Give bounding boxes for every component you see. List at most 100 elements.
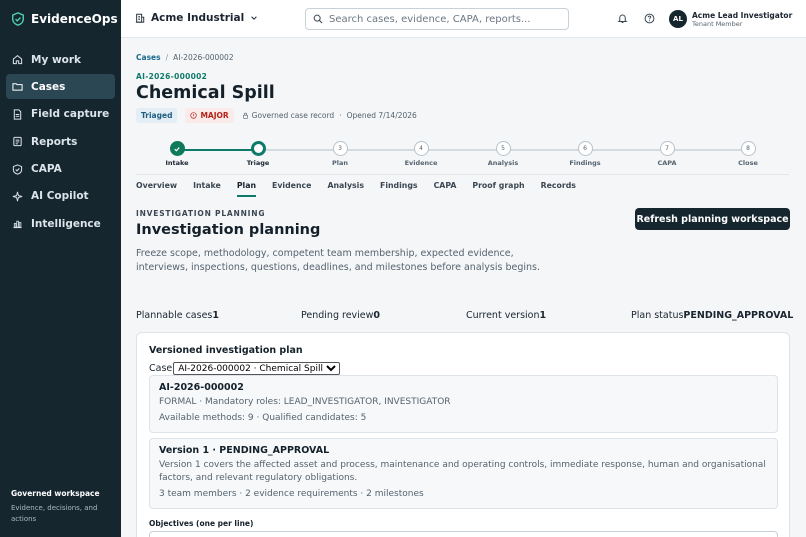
step-capa[interactable]: 7 CAPA	[637, 141, 697, 167]
help-icon[interactable]	[644, 13, 655, 24]
tab-overview[interactable]: Overview	[136, 177, 177, 197]
brand-name: EvidenceOps	[31, 12, 118, 26]
stat-value: 1	[539, 310, 547, 321]
step-marker: 8	[740, 141, 756, 156]
case-select-label: Case	[149, 363, 173, 374]
tab-analysis[interactable]: Analysis	[327, 177, 364, 197]
record-type: Governed case record	[242, 111, 335, 120]
building-icon	[135, 13, 145, 23]
avatar[interactable]: AL	[669, 10, 687, 28]
case-select[interactable]: AI-2026-000002 · Chemical Spill	[173, 362, 341, 375]
file-icon	[13, 109, 22, 120]
tab-proof-graph[interactable]: Proof graph	[472, 177, 524, 197]
step-label: Close	[738, 159, 758, 167]
case-summary-line: Available methods: 9 · Qualified candida…	[159, 413, 367, 423]
org-switcher[interactable]: Acme Industrial	[135, 12, 258, 24]
card-title: Versioned investigation plan	[149, 345, 303, 356]
search-icon	[313, 14, 323, 24]
user-name: Acme Lead Investigator	[692, 11, 793, 20]
bell-icon[interactable]	[617, 13, 628, 24]
refresh-planning-button[interactable]: Refresh planning workspace	[635, 208, 790, 230]
objectives-textarea[interactable]	[149, 531, 778, 537]
record-type-label: Governed case record	[251, 111, 335, 120]
case-summary-panel: AI-2026-000002 FORMAL · Mandatory roles:…	[149, 375, 778, 433]
case-tabs: Overview Intake Plan Evidence Analysis F…	[136, 177, 592, 197]
sidebar-item-capa[interactable]: CAPA	[6, 157, 115, 182]
step-marker: 4	[413, 141, 429, 156]
step-triage[interactable]: Triage	[228, 141, 288, 167]
sidebar-item-ai-copilot[interactable]: AI Copilot	[6, 184, 115, 209]
sparkle-icon	[12, 191, 23, 202]
step-evidence[interactable]: 4 Evidence	[391, 141, 451, 167]
case-select-row: Case AI-2026-000002 · Chemical Spill	[149, 362, 341, 375]
sidebar: EvidenceOps My work Cases Field capture …	[0, 0, 121, 537]
case-id: AI-2026-000002	[136, 72, 208, 81]
search-box[interactable]	[305, 8, 569, 30]
alert-circle-icon	[190, 112, 198, 119]
case-summary-heading: AI-2026-000002	[159, 382, 244, 393]
step-marker: 5	[495, 141, 511, 156]
meta-separator: ·	[339, 111, 342, 120]
org-name: Acme Industrial	[151, 12, 245, 24]
sidebar-item-label: Cases	[31, 80, 66, 93]
plan-version-summary: Version 1 covers the affected asset and …	[159, 460, 766, 483]
breadcrumb-separator: /	[165, 53, 169, 62]
plan-version-panel: Version 1 · PENDING_APPROVAL Version 1 c…	[149, 438, 778, 509]
tab-plan[interactable]: Plan	[236, 177, 257, 197]
step-marker	[250, 141, 266, 156]
plan-version-counts: 3 team members · 2 evidence requirements…	[159, 489, 424, 499]
stat-plannable-cases: Plannable cases1	[136, 310, 219, 321]
workspace-description: Evidence, decisions, and actions	[11, 504, 98, 523]
step-findings[interactable]: 6 Findings	[555, 141, 615, 167]
brand[interactable]: EvidenceOps	[0, 0, 121, 38]
sidebar-item-intelligence[interactable]: Intelligence	[6, 211, 115, 236]
step-analysis[interactable]: 5 Analysis	[473, 141, 533, 167]
objectives-label: Objectives (one per line)	[149, 519, 254, 528]
tab-records[interactable]: Records	[541, 177, 576, 197]
step-label: Findings	[569, 159, 601, 167]
folder-icon	[12, 83, 23, 92]
workspace-title: Governed workspace	[11, 489, 100, 498]
step-marker: 7	[659, 141, 675, 156]
bar-chart-icon	[13, 221, 22, 229]
step-label: Evidence	[404, 159, 438, 167]
tab-capa[interactable]: CAPA	[434, 177, 457, 197]
search-input[interactable]	[329, 13, 554, 25]
step-label: Analysis	[487, 159, 519, 167]
stat-value: 1	[212, 310, 220, 321]
sidebar-item-reports[interactable]: Reports	[6, 129, 115, 154]
sidebar-item-label: Field capture	[31, 108, 110, 121]
sidebar-item-cases[interactable]: Cases	[6, 74, 115, 100]
tab-findings[interactable]: Findings	[380, 177, 418, 197]
step-marker: 6	[577, 141, 593, 156]
sidebar-item-label: Reports	[31, 135, 78, 148]
step-label: Intake	[165, 159, 189, 167]
check-icon	[174, 146, 180, 152]
step-intake[interactable]: Intake	[147, 141, 207, 167]
step-close[interactable]: 8 Close	[718, 141, 778, 167]
case-summary-line: FORMAL · Mandatory roles: LEAD_INVESTIGA…	[159, 397, 451, 407]
section-eyebrow: INVESTIGATION PLANNING	[136, 209, 266, 218]
shield-logo-icon	[12, 12, 24, 26]
page-title: Chemical Spill	[136, 83, 275, 103]
step-label: CAPA	[657, 159, 677, 167]
home-icon	[12, 54, 23, 65]
stat-label: Current version	[466, 310, 540, 321]
top-header: Acme Industrial AL Acme Lead Investigato…	[121, 0, 806, 38]
sidebar-item-label: My work	[31, 53, 82, 66]
workflow-stepper: Intake Triage 3 Plan 4 Evidence 5 Analys…	[136, 137, 789, 175]
stat-plan-status: Plan statusPENDING_APPROVAL	[631, 310, 793, 321]
tab-intake[interactable]: Intake	[193, 177, 221, 197]
step-plan[interactable]: 3 Plan	[310, 141, 370, 167]
stat-label: Pending review	[301, 310, 374, 321]
main-content: Cases / AI-2026-000002 AI-2026-000002 Chem…	[121, 38, 806, 537]
sidebar-item-field-capture[interactable]: Field capture	[6, 102, 115, 127]
stat-value: 0	[373, 310, 381, 321]
sidebar-item-label: Intelligence	[31, 217, 101, 230]
user-role: Tenant Member	[692, 20, 743, 28]
sidebar-nav: My work Cases Field capture Reports CAPA…	[0, 47, 121, 236]
tab-evidence[interactable]: Evidence	[272, 177, 311, 197]
stat-value: PENDING_APPROVAL	[683, 310, 794, 321]
sidebar-item-my-work[interactable]: My work	[6, 47, 115, 72]
breadcrumb-cases-link[interactable]: Cases	[136, 53, 161, 62]
